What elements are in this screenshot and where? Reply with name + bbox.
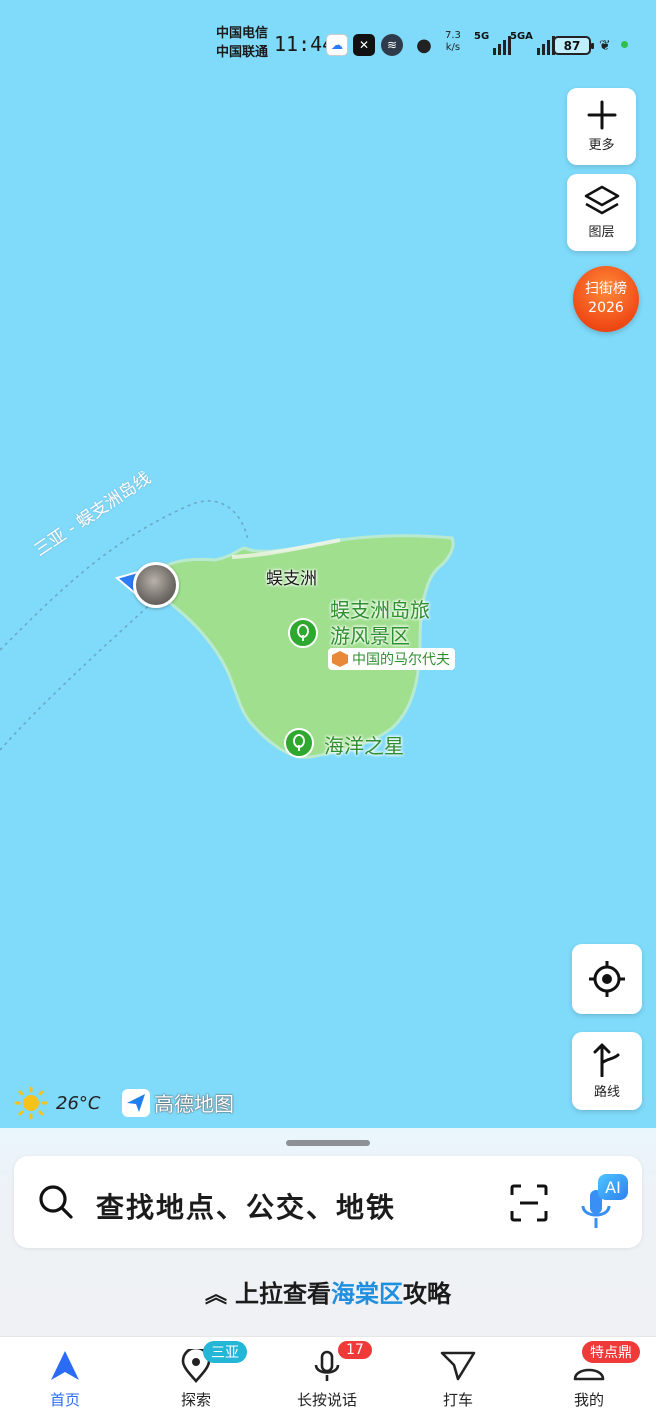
poi-scenic-name-line2: 游风景区 bbox=[330, 624, 410, 648]
navigation-arrow-icon bbox=[51, 1351, 79, 1380]
search-input[interactable]: 查找地点、公交、地铁 bbox=[96, 1186, 396, 1226]
signal-5g-icon: 5G bbox=[474, 31, 512, 55]
scan-icon[interactable] bbox=[510, 1184, 548, 1222]
amap-logo-icon bbox=[122, 1088, 150, 1117]
status-bar: 中国电信 中国联通 11:44 ☁ ✕ ≋ ● 7.3 k/s 5G 5GA 8… bbox=[0, 0, 656, 80]
capcut-icon: ✕ bbox=[353, 34, 375, 56]
user-location-marker[interactable] bbox=[115, 562, 181, 612]
mine-badge: 特点鼎 bbox=[582, 1341, 640, 1363]
search-icon bbox=[39, 1185, 73, 1219]
location-pin-icon: ● bbox=[416, 34, 432, 56]
tab-voice[interactable]: 长按说话 17 bbox=[272, 1341, 382, 1410]
locate-button[interactable] bbox=[572, 944, 642, 1014]
search-bar[interactable]: 查找地点、公交、地铁 AI bbox=[14, 1156, 642, 1248]
pull-up-hint[interactable]: ︽ 上拉查看海棠区攻略 bbox=[0, 1274, 656, 1309]
hexagon-tag-icon bbox=[332, 651, 348, 667]
tab-taxi[interactable]: 打车 bbox=[403, 1349, 513, 1410]
tree-icon bbox=[284, 728, 314, 758]
weather-widget[interactable]: 26°C bbox=[14, 1086, 100, 1120]
sun-icon bbox=[14, 1086, 48, 1120]
poi-scenic-name-line1: 蜈支洲岛旅 bbox=[330, 598, 430, 622]
plus-icon bbox=[587, 100, 616, 130]
explore-badge: 三亚 bbox=[203, 1341, 247, 1363]
leaf-icon: ❦ bbox=[599, 38, 611, 54]
crosshair-icon bbox=[589, 961, 625, 997]
island-label: 蜈支洲 bbox=[266, 569, 317, 589]
message-app-icon: ☁ bbox=[326, 34, 348, 56]
network-speed: 7.3 k/s bbox=[445, 30, 461, 53]
avatar bbox=[133, 562, 179, 608]
signal-5ga-icon: 5GA bbox=[510, 31, 555, 55]
ai-voice-button[interactable]: AI bbox=[576, 1174, 632, 1234]
layers-button[interactable]: 图层 bbox=[567, 174, 636, 251]
more-button[interactable]: 更多 bbox=[567, 88, 636, 165]
street-rank-badge[interactable]: 扫街榜 2026 bbox=[573, 266, 639, 332]
poi-ocean-star-name: 海洋之星 bbox=[324, 734, 404, 758]
layers-icon bbox=[584, 185, 619, 215]
chevron-up-icon: ︽ bbox=[204, 1283, 227, 1308]
carrier-names: 中国电信 中国联通 bbox=[216, 26, 269, 60]
taxi-send-icon bbox=[440, 1351, 476, 1381]
tab-bar: 首页 探索 三亚 长按说话 17 打车 我的 特点鼎 bbox=[0, 1336, 656, 1424]
tab-mine[interactable]: 我的 特点鼎 bbox=[534, 1341, 644, 1410]
battery-icon: 87 bbox=[553, 36, 594, 55]
tree-icon bbox=[288, 618, 318, 648]
tab-explore[interactable]: 探索 三亚 bbox=[141, 1341, 251, 1410]
active-dot-icon bbox=[621, 41, 628, 48]
tab-home[interactable]: 首页 bbox=[10, 1349, 120, 1410]
audio-wave-icon: ≋ bbox=[381, 34, 403, 56]
temperature: 26°C bbox=[56, 1092, 101, 1114]
ai-badge: AI bbox=[598, 1174, 628, 1200]
voice-badge: 17 bbox=[338, 1341, 372, 1359]
route-fork-icon bbox=[593, 1043, 620, 1077]
poi-scenic-tag: 中国的马尔代夫 bbox=[328, 648, 455, 670]
sheet-drag-handle[interactable] bbox=[286, 1140, 370, 1146]
route-button[interactable]: 路线 bbox=[572, 1032, 642, 1110]
brand-logo: 高德地图 bbox=[122, 1088, 234, 1117]
